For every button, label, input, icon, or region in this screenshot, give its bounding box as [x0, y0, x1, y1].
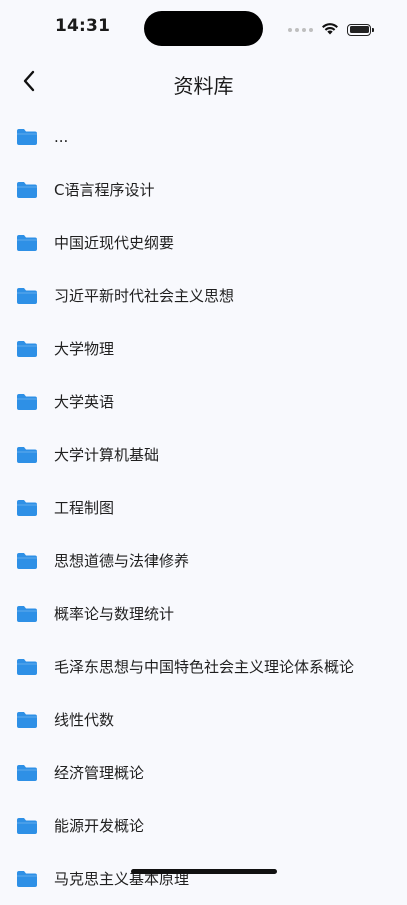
folder-item[interactable]: 大学物理 — [0, 322, 407, 375]
page-title: 资料库 — [0, 70, 407, 99]
dynamic-island — [144, 11, 263, 46]
folder-list: ... C语言程序设计中国近现代史纲要习近平新时代社会主义思想大学物理大学英语大学… — [0, 110, 407, 905]
folder-icon — [16, 764, 38, 782]
status-time: 14:31 — [55, 16, 110, 36]
folder-icon — [16, 340, 38, 358]
folder-icon — [16, 287, 38, 305]
folder-label: 大学计算机基础 — [54, 444, 159, 465]
folder-icon — [16, 128, 38, 146]
folder-icon — [16, 499, 38, 517]
folder-label: ... — [54, 128, 68, 146]
status-bar: 14:31 — [0, 0, 407, 56]
folder-label: 线性代数 — [54, 709, 114, 730]
folder-item[interactable]: 概率论与数理统计 — [0, 587, 407, 640]
folder-label: 大学物理 — [54, 338, 114, 359]
folder-label: 大学英语 — [54, 391, 114, 412]
status-indicators — [288, 20, 371, 39]
folder-label: 能源开发概论 — [54, 815, 144, 836]
folder-icon — [16, 870, 38, 888]
folder-icon — [16, 234, 38, 252]
folder-item[interactable]: 思想道德与法律修养 — [0, 534, 407, 587]
folder-icon — [16, 393, 38, 411]
folder-item[interactable]: 大学英语 — [0, 375, 407, 428]
folder-label: 毛泽东思想与中国特色社会主义理论体系概论 — [54, 656, 354, 677]
folder-item[interactable]: 能源开发概论 — [0, 799, 407, 852]
folder-icon — [16, 711, 38, 729]
folder-icon — [16, 658, 38, 676]
battery-icon — [347, 24, 371, 36]
navigation-bar: 资料库 — [0, 56, 407, 112]
folder-label: 概率论与数理统计 — [54, 603, 174, 624]
folder-icon — [16, 817, 38, 835]
cellular-signal-icon — [288, 28, 313, 32]
folder-icon — [16, 605, 38, 623]
folder-label: 思想道德与法律修养 — [54, 550, 189, 571]
home-indicator[interactable] — [131, 869, 277, 874]
folder-item[interactable]: 经济管理概论 — [0, 746, 407, 799]
folder-label: 习近平新时代社会主义思想 — [54, 285, 234, 306]
folder-icon — [16, 552, 38, 570]
folder-item[interactable]: ... — [0, 110, 407, 163]
folder-item[interactable]: 习近平新时代社会主义思想 — [0, 269, 407, 322]
folder-item[interactable]: 毛泽东思想与中国特色社会主义理论体系概论 — [0, 640, 407, 693]
folder-item[interactable]: 大学计算机基础 — [0, 428, 407, 481]
folder-item[interactable]: 中国近现代史纲要 — [0, 216, 407, 269]
folder-item[interactable]: 马克思主义基本原理 — [0, 852, 407, 905]
folder-item[interactable]: 工程制图 — [0, 481, 407, 534]
wifi-icon — [321, 20, 339, 39]
folder-icon — [16, 181, 38, 199]
folder-item[interactable]: C语言程序设计 — [0, 163, 407, 216]
folder-item[interactable]: 线性代数 — [0, 693, 407, 746]
folder-label: 经济管理概论 — [54, 762, 144, 783]
folder-label: 中国近现代史纲要 — [54, 232, 174, 253]
folder-label: 工程制图 — [54, 497, 114, 518]
folder-icon — [16, 446, 38, 464]
folder-label: C语言程序设计 — [54, 179, 154, 200]
